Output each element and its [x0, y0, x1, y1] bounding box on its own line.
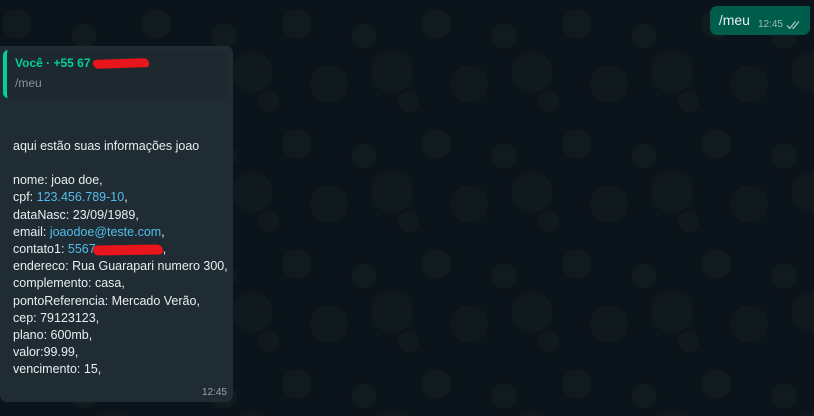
field-vencimento: vencimento: 15,: [13, 362, 102, 377]
email-link[interactable]: joaodoe@teste.com: [50, 225, 161, 239]
contato-label: contato1:: [13, 242, 68, 257]
field-cpf: cpf: 123.456.789-10,: [13, 189, 227, 206]
cpf-link[interactable]: 123.456.789-10: [37, 190, 125, 204]
redaction-mark: [92, 58, 149, 70]
field-email: email: joaodoe@teste.com,: [13, 224, 227, 241]
contato-link[interactable]: 5567: [68, 242, 96, 256]
field-contato: contato1: 5567,: [13, 241, 227, 258]
quoted-message[interactable]: Você · +55 67 /meu: [3, 50, 229, 98]
quoted-message-text: /meu: [15, 76, 42, 90]
message-body: aqui estão suas informações joao nome: j…: [0, 98, 233, 379]
redaction-mark: [92, 244, 163, 256]
field-datanasc: dataNasc: 23/09/1989,: [13, 207, 139, 222]
cpf-suffix: ,: [124, 190, 128, 205]
outgoing-message-text: /meu: [718, 12, 750, 28]
field-complemento: complemento: casa,: [13, 276, 125, 291]
double-check-icon: [786, 20, 800, 29]
quoted-author-text: Você · +55 67: [15, 56, 91, 70]
field-endereco: endereco: Rua Guarapari numero 300,: [13, 259, 228, 274]
incoming-message[interactable]: Você · +55 67 /meu aqui estão suas infor…: [0, 46, 233, 402]
field-nome: nome: joao doe,: [13, 173, 103, 188]
contato-suffix: ,: [162, 242, 167, 257]
outgoing-message[interactable]: /meu 12:45: [709, 6, 810, 35]
field-ponto-referencia: pontoReferencia: Mercado Verão,: [13, 293, 200, 308]
quoted-message-author: Você · +55 67: [15, 56, 221, 70]
outgoing-message-time: 12:45: [757, 19, 783, 30]
incoming-message-time: 12:45: [201, 387, 227, 398]
field-cep: cep: 79123123,: [13, 310, 100, 325]
field-valor: valor:99.99,: [13, 345, 79, 360]
cpf-label: cpf:: [13, 190, 37, 205]
email-suffix: ,: [161, 224, 165, 239]
email-label: email:: [13, 224, 50, 239]
field-plano: plano: 600mb,: [13, 328, 93, 343]
outgoing-message-meta: 12:45: [758, 19, 802, 30]
greeting-text: aqui estão suas informações joao: [13, 139, 200, 153]
chat-panel: /meu 12:45 Você · +55 67 /meu aqui estão…: [0, 0, 814, 416]
